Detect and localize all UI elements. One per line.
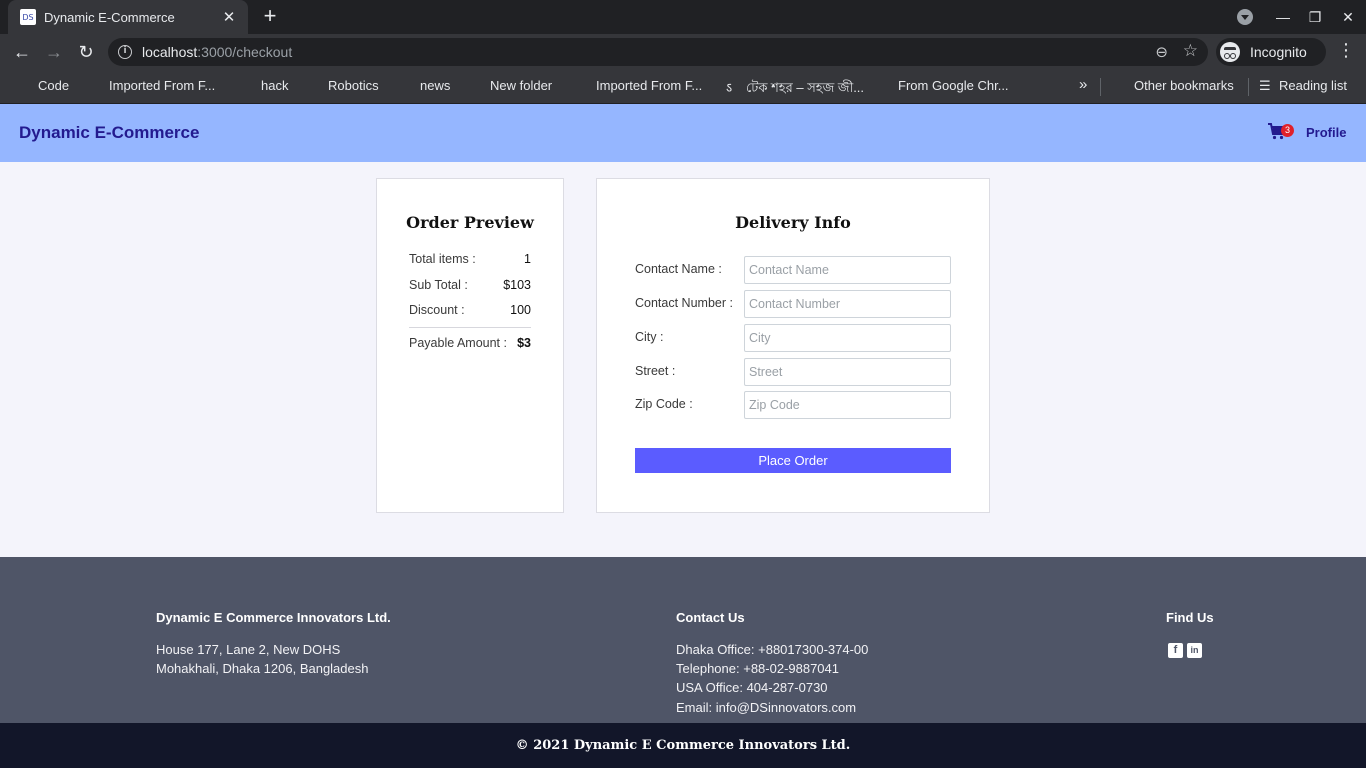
bookmark-hack[interactable]: hack <box>261 78 288 93</box>
site-info-icon[interactable]: i <box>118 45 132 59</box>
reading-list-icon: ☰ <box>1259 78 1271 93</box>
bookmark-tech-shohor-label: টেক শহর – সহজ জী... <box>746 80 865 95</box>
browser-tab[interactable]: DS Dynamic E-Commerce ✕ <box>8 0 248 34</box>
bookmark-new-folder[interactable]: New folder <box>490 78 552 93</box>
reading-list-label: Reading list <box>1279 78 1347 93</box>
window-close-icon[interactable]: ✕ <box>1336 6 1360 28</box>
new-tab-button[interactable]: + <box>258 5 282 29</box>
discount-value: 100 <box>510 303 531 317</box>
bookmarks-divider <box>1100 78 1101 96</box>
order-preview-card: Order Preview Total items : 1 Sub Total … <box>376 178 564 513</box>
copyright-bar: © 2021 Dynamic E Commerce Innovators Ltd… <box>0 723 1366 768</box>
back-arrow-icon[interactable]: ← <box>9 39 35 65</box>
browser-title-bar: DS Dynamic E-Commerce ✕ + — ❐ ✕ <box>0 0 1366 34</box>
order-preview-title: Order Preview <box>406 213 534 232</box>
site-footer: Dynamic E Commerce Innovators Ltd. House… <box>0 557 1366 723</box>
bookmarks-bar: Code Imported From F... hack Robotics ne… <box>0 70 1366 104</box>
contact-number-label: Contact Number : <box>635 296 733 310</box>
contact-number-input[interactable] <box>744 290 951 318</box>
url-path: :3000/checkout <box>197 44 293 60</box>
zip-code-input[interactable] <box>744 391 951 419</box>
minimize-icon[interactable]: — <box>1271 6 1295 28</box>
payable-amount-value: $3 <box>517 336 531 350</box>
company-name: Dynamic E Commerce Innovators Ltd. <box>156 610 391 625</box>
contact-email[interactable]: Email: info@DSinnovators.com <box>676 700 856 715</box>
discount-label: Discount : <box>409 303 465 317</box>
brand-logo[interactable]: Dynamic E-Commerce <box>19 123 199 143</box>
favicon-icon: DS <box>20 9 36 25</box>
payable-amount-label: Payable Amount : <box>409 336 507 350</box>
city-label: City : <box>635 330 664 344</box>
address-bar[interactable]: i localhost:3000/checkout ⊖ ☆ <box>108 38 1208 66</box>
subtotal-value: $103 <box>503 278 531 292</box>
incognito-label: Incognito <box>1250 44 1307 60</box>
street-label: Street : <box>635 364 676 378</box>
cart-count-badge: 3 <box>1281 124 1294 137</box>
reading-list[interactable]: ☰ Reading list <box>1259 78 1347 94</box>
delivery-info-card: Delivery Info Contact Name : Contact Num… <box>596 178 990 513</box>
incognito-indicator[interactable]: Incognito <box>1216 38 1326 66</box>
site-favicon-icon: ऽ <box>726 80 733 95</box>
bookmark-code[interactable]: Code <box>38 78 69 93</box>
usa-office-phone: USA Office: 404-287-0730 <box>676 680 828 695</box>
summary-divider <box>409 327 531 328</box>
bookmark-tech-shohor[interactable]: ऽ টেক শহর – সহজ জী... <box>726 78 864 100</box>
profile-link[interactable]: Profile <box>1306 125 1346 140</box>
contact-name-label: Contact Name : <box>635 262 722 276</box>
bookmark-star-icon[interactable]: ☆ <box>1183 41 1198 61</box>
contact-us-heading: Contact Us <box>676 610 745 625</box>
reload-icon[interactable]: ↻ <box>73 39 99 65</box>
telephone: Telephone: +88-02-9887041 <box>676 661 840 676</box>
delivery-info-title: Delivery Info <box>735 213 851 232</box>
bookmark-robotics[interactable]: Robotics <box>328 78 379 93</box>
browser-menu-icon[interactable]: ⋮ <box>1336 40 1356 61</box>
contact-name-input[interactable] <box>744 256 951 284</box>
bookmarks-overflow-icon[interactable]: » <box>1079 76 1087 93</box>
bookmark-news[interactable]: news <box>420 78 450 93</box>
bookmarks-divider <box>1248 78 1249 96</box>
bookmark-imported-1[interactable]: Imported From F... <box>109 78 215 93</box>
copyright-text: © 2021 Dynamic E Commerce Innovators Ltd… <box>515 738 851 753</box>
address-line-2: Mohakhali, Dhaka 1206, Bangladesh <box>156 661 369 676</box>
facebook-icon[interactable]: f <box>1168 643 1183 658</box>
city-input[interactable] <box>744 324 951 352</box>
tab-title: Dynamic E-Commerce <box>44 9 175 25</box>
tab-close-icon[interactable]: ✕ <box>220 8 238 26</box>
app-header: Dynamic E-Commerce <box>0 104 1366 162</box>
street-input[interactable] <box>744 358 951 386</box>
total-items-label: Total items : <box>409 252 476 266</box>
zip-code-label: Zip Code : <box>635 397 693 411</box>
place-order-button[interactable]: Place Order <box>635 448 951 473</box>
bookmark-from-google-chrome[interactable]: From Google Chr... <box>898 78 1009 93</box>
url-host: localhost <box>142 44 198 60</box>
browser-toolbar: ← → ↻ i localhost:3000/checkout ⊖ ☆ <box>0 34 1366 70</box>
bookmark-imported-2[interactable]: Imported From F... <box>596 78 702 93</box>
restore-icon[interactable]: ❐ <box>1303 6 1327 28</box>
tab-search-icon[interactable] <box>1233 6 1257 28</box>
incognito-icon <box>1220 42 1240 62</box>
zoom-icon[interactable]: ⊖ <box>1155 43 1168 61</box>
find-us-heading: Find Us <box>1166 610 1214 625</box>
linkedin-icon[interactable]: in <box>1187 643 1202 658</box>
forward-arrow-icon[interactable]: → <box>41 39 67 65</box>
total-items-value: 1 <box>524 252 531 266</box>
address-line-1: House 177, Lane 2, New DOHS <box>156 642 341 657</box>
subtotal-label: Sub Total : <box>409 278 468 292</box>
dhaka-office-phone: Dhaka Office: +88017300-374-00 <box>676 642 869 657</box>
other-bookmarks[interactable]: Other bookmarks <box>1134 78 1234 93</box>
